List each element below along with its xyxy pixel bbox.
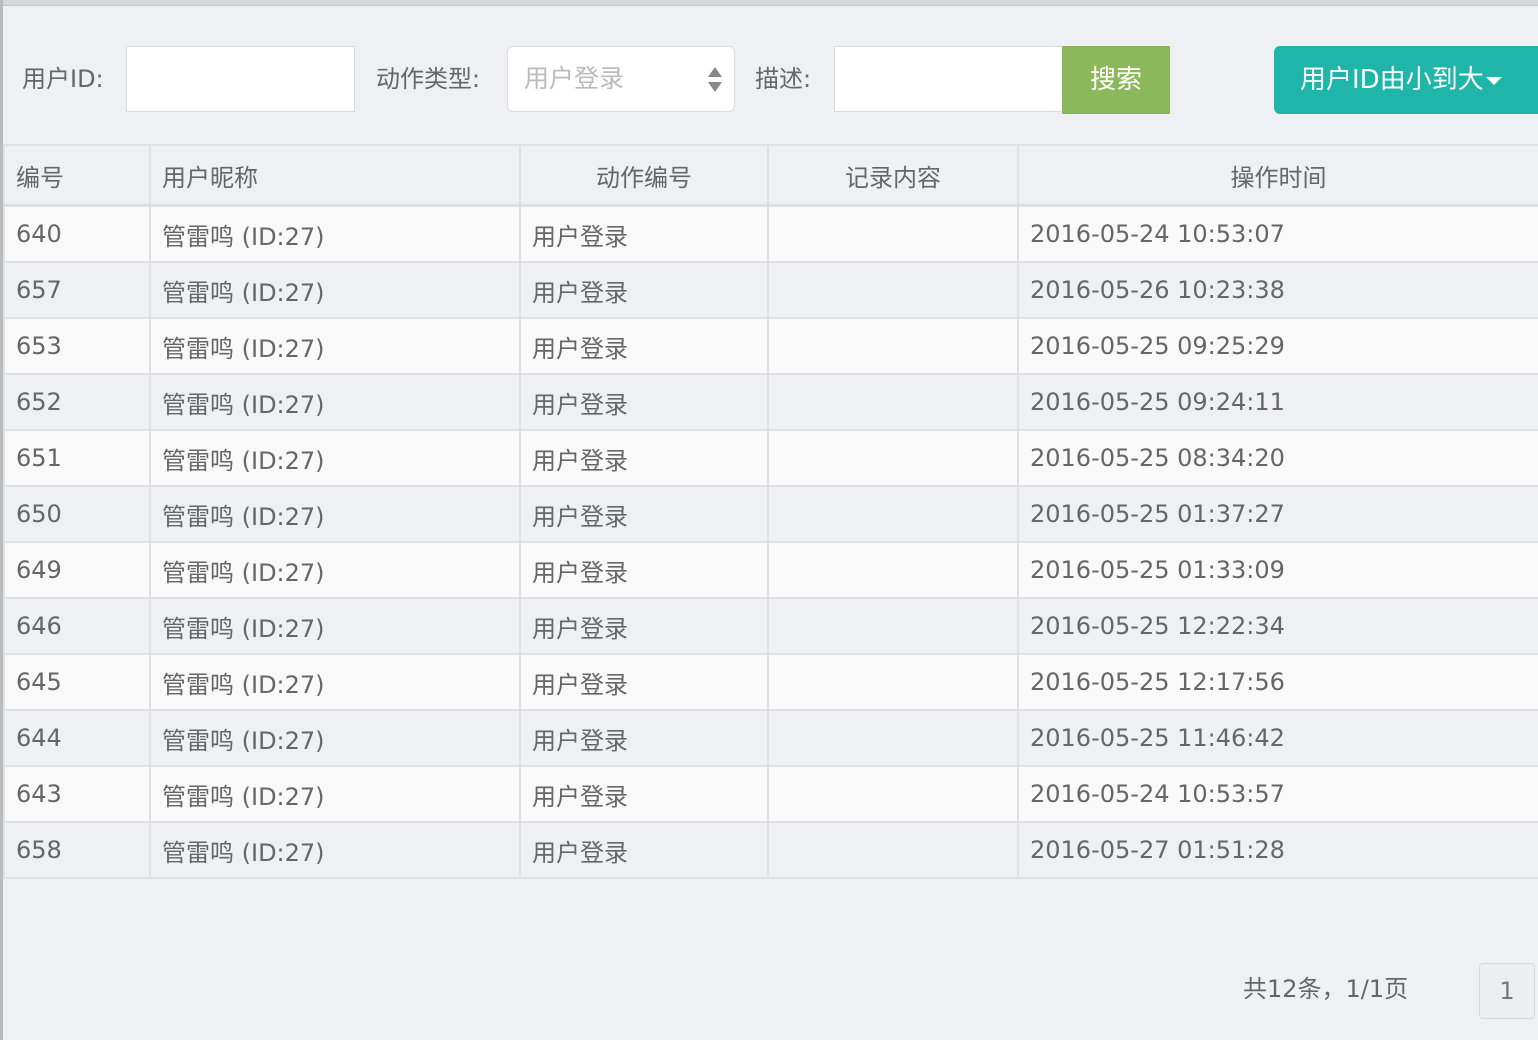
action-type-selected: 用户登录 (524, 64, 625, 93)
cell-time: 2016-05-27 01:51:28 (1017, 821, 1538, 879)
header-id[interactable]: 编号 (3, 144, 151, 207)
sort-dropdown-button[interactable]: 用户ID由小到大 (1274, 46, 1538, 114)
cell-time: 2016-05-25 11:46:42 (1017, 709, 1538, 767)
table-row: 652 管雷鸣 (ID:27) 用户登录 2016-05-25 09:24:11 (3, 373, 1538, 431)
cell-action: 用户登录 (519, 317, 769, 375)
cell-time: 2016-05-25 12:22:34 (1017, 597, 1538, 655)
table-row: 640 管雷鸣 (ID:27) 用户登录 2016-05-24 10:53:07 (3, 204, 1538, 263)
cell-action: 用户登录 (519, 541, 769, 599)
cell-id: 653 (3, 317, 151, 375)
cell-action: 用户登录 (519, 485, 769, 543)
sort-button-label: 用户ID由小到大 (1300, 65, 1484, 95)
table-row: 657 管雷鸣 (ID:27) 用户登录 2016-05-26 10:23:38 (3, 261, 1538, 319)
cell-nickname: 管雷鸣 (ID:27) (149, 541, 521, 599)
desc-input[interactable] (834, 46, 1064, 112)
cell-record (767, 485, 1019, 543)
caret-down-icon (1485, 76, 1502, 85)
table-row: 658 管雷鸣 (ID:27) 用户登录 2016-05-27 01:51:28 (3, 821, 1538, 879)
cell-id: 646 (3, 597, 151, 655)
cell-nickname: 管雷鸣 (ID:27) (149, 261, 521, 319)
cell-nickname: 管雷鸣 (ID:27) (149, 429, 521, 487)
table-row: 643 管雷鸣 (ID:27) 用户登录 2016-05-24 10:53:57 (3, 765, 1538, 823)
cell-record (767, 709, 1019, 767)
cell-record (767, 204, 1019, 263)
cell-time: 2016-05-25 12:17:56 (1017, 653, 1538, 711)
cell-nickname: 管雷鸣 (ID:27) (149, 485, 521, 543)
cell-nickname: 管雷鸣 (ID:27) (149, 204, 521, 263)
user-id-input[interactable] (126, 46, 355, 112)
cell-time: 2016-05-24 10:53:07 (1017, 204, 1538, 263)
cell-action: 用户登录 (519, 373, 769, 431)
cell-nickname: 管雷鸣 (ID:27) (149, 653, 521, 711)
cell-id: 644 (3, 709, 151, 767)
cell-record (767, 821, 1019, 879)
cell-action: 用户登录 (519, 765, 769, 823)
cell-id: 643 (3, 765, 151, 823)
cell-action: 用户登录 (519, 261, 769, 319)
cell-action: 用户登录 (519, 709, 769, 767)
table-header-row: 编号 用户昵称 动作编号 记录内容 操作时间 (3, 144, 1538, 207)
cell-action: 用户登录 (519, 821, 769, 879)
action-log-table: 编号 用户昵称 动作编号 记录内容 操作时间 640 管雷鸣 (ID:27) 用… (3, 144, 1538, 879)
cell-action: 用户登录 (519, 597, 769, 655)
cell-record (767, 765, 1019, 823)
cell-record (767, 597, 1019, 655)
page-button-1[interactable]: 1 (1479, 963, 1535, 1019)
table-row: 644 管雷鸣 (ID:27) 用户登录 2016-05-25 11:46:42 (3, 709, 1538, 767)
cell-time: 2016-05-25 09:25:29 (1017, 317, 1538, 375)
table-row: 653 管雷鸣 (ID:27) 用户登录 2016-05-25 09:25:29 (3, 317, 1538, 375)
table-row: 650 管雷鸣 (ID:27) 用户登录 2016-05-25 01:37:27 (3, 485, 1538, 543)
cell-nickname: 管雷鸣 (ID:27) (149, 373, 521, 431)
top-border (0, 0, 1538, 6)
cell-time: 2016-05-25 08:34:20 (1017, 429, 1538, 487)
cell-id: 652 (3, 373, 151, 431)
cell-time: 2016-05-25 09:24:11 (1017, 373, 1538, 431)
cell-action: 用户登录 (519, 653, 769, 711)
cell-time: 2016-05-25 01:37:27 (1017, 485, 1538, 543)
cell-action: 用户登录 (519, 204, 769, 263)
cell-nickname: 管雷鸣 (ID:27) (149, 317, 521, 375)
table-row: 651 管雷鸣 (ID:27) 用户登录 2016-05-25 08:34:20 (3, 429, 1538, 487)
cell-nickname: 管雷鸣 (ID:27) (149, 597, 521, 655)
cell-nickname: 管雷鸣 (ID:27) (149, 821, 521, 879)
user-id-label: 用户ID: (22, 65, 104, 93)
cell-id: 649 (3, 541, 151, 599)
header-record[interactable]: 记录内容 (767, 144, 1019, 207)
cell-id: 658 (3, 821, 151, 879)
cell-time: 2016-05-26 10:23:38 (1017, 261, 1538, 319)
pagination-summary: 共12条，1/1页 (1243, 975, 1409, 1003)
cell-nickname: 管雷鸣 (ID:27) (149, 709, 521, 767)
table-row: 646 管雷鸣 (ID:27) 用户登录 2016-05-25 12:22:34 (3, 597, 1538, 655)
cell-record (767, 373, 1019, 431)
cell-action: 用户登录 (519, 429, 769, 487)
header-time[interactable]: 操作时间 (1017, 144, 1538, 207)
header-nickname[interactable]: 用户昵称 (149, 144, 521, 207)
cell-time: 2016-05-25 01:33:09 (1017, 541, 1538, 599)
cell-record (767, 541, 1019, 599)
desc-label: 描述: (755, 65, 812, 93)
cell-id: 657 (3, 261, 151, 319)
cell-id: 640 (3, 204, 151, 263)
cell-id: 651 (3, 429, 151, 487)
table-row: 645 管雷鸣 (ID:27) 用户登录 2016-05-25 12:17:56 (3, 653, 1538, 711)
cell-record (767, 429, 1019, 487)
action-type-select[interactable]: 用户登录 (507, 46, 735, 112)
table-row: 649 管雷鸣 (ID:27) 用户登录 2016-05-25 01:33:09 (3, 541, 1538, 599)
cell-nickname: 管雷鸣 (ID:27) (149, 765, 521, 823)
cell-record (767, 261, 1019, 319)
cell-record (767, 653, 1019, 711)
header-action[interactable]: 动作编号 (519, 144, 769, 207)
cell-id: 650 (3, 485, 151, 543)
action-type-label: 动作类型: (376, 65, 481, 93)
search-button[interactable]: 搜索 (1062, 46, 1170, 114)
select-arrows-icon (708, 67, 722, 93)
cell-time: 2016-05-24 10:53:57 (1017, 765, 1538, 823)
cell-record (767, 317, 1019, 375)
cell-id: 645 (3, 653, 151, 711)
